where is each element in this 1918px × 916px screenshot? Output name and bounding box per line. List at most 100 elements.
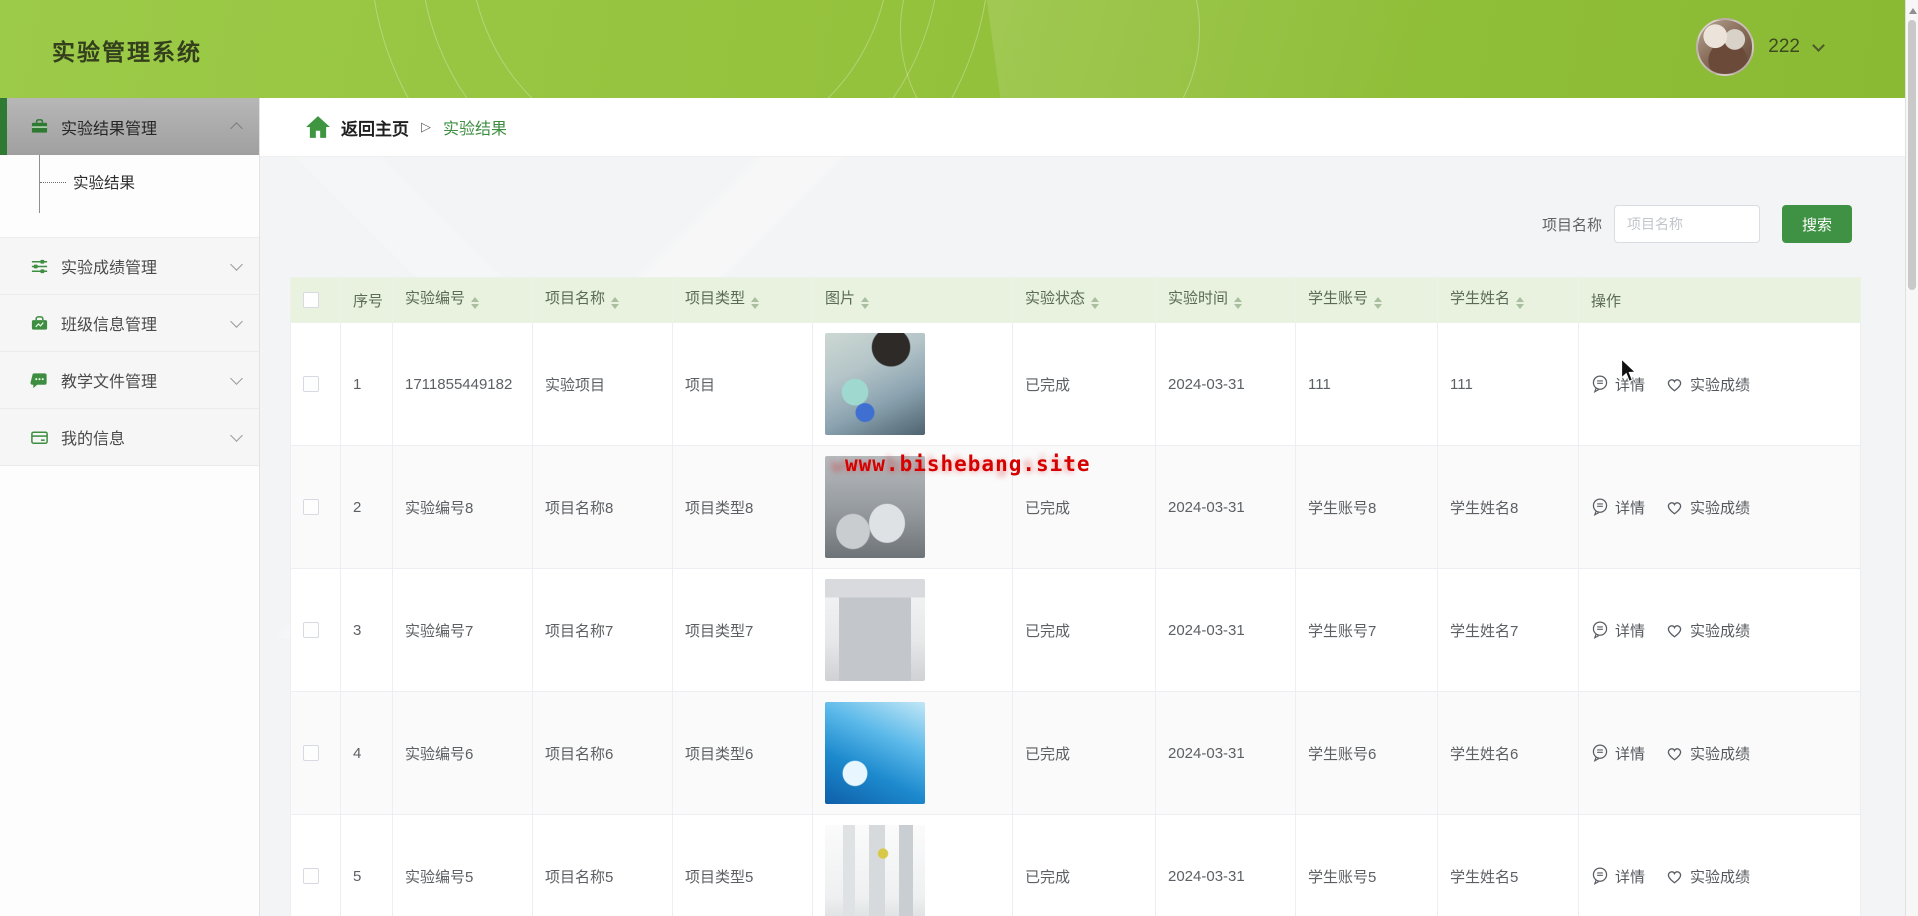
sidebar-group: 实验成绩管理 班级信息管理 教学文件管理 我的信息 (0, 237, 259, 466)
detail-link[interactable]: 详情 (1591, 497, 1645, 518)
breadcrumb: 返回主页 ▷ 实验结果 (260, 98, 1918, 157)
cell-index: 3 (340, 568, 393, 692)
detail-link[interactable]: 详情 (1591, 620, 1645, 641)
cell-project-type: 项目 (672, 322, 813, 446)
chevron-down-icon (1812, 38, 1825, 52)
row-image[interactable] (825, 333, 925, 435)
experiment-score-link[interactable]: 实验成绩 (1665, 743, 1750, 764)
cell-status: 已完成 (1012, 691, 1156, 815)
row-checkbox[interactable] (303, 376, 319, 392)
heart-icon (1667, 502, 1682, 515)
search-label: 项目名称 (1541, 216, 1602, 234)
chevron-down-icon (230, 371, 243, 385)
sidebar-item-score-management[interactable]: 实验成绩管理 (0, 238, 259, 295)
search-bar: 项目名称 搜索 (260, 205, 1852, 243)
breadcrumb-home-label: 返回主页 (341, 119, 409, 139)
sliders-icon (31, 259, 48, 273)
col-project-type: 项目类型 (672, 277, 813, 323)
cell-date: 2024-03-31 (1155, 691, 1296, 815)
sidebar-item-class-info-management[interactable]: 班级信息管理 (0, 295, 259, 352)
detail-link[interactable]: 详情 (1591, 374, 1645, 395)
sidebar-subitem-experiment-result[interactable]: 实验结果 (0, 171, 259, 193)
detail-icon (1592, 744, 1608, 762)
row-image[interactable] (825, 702, 925, 804)
cell-project-type: 项目类型8 (672, 445, 813, 569)
sidebar-item-label: 班级信息管理 (61, 317, 158, 334)
row-checkbox[interactable] (303, 622, 319, 638)
sidebar-item-my-info[interactable]: 我的信息 (0, 409, 259, 466)
cell-exp-no: 实验编号6 (392, 691, 533, 815)
results-table: 序号 实验编号 项目名称 项目类型 图片 实验状态 实验时间 学生账号 学生姓名… (290, 277, 1861, 916)
sort-icon[interactable] (861, 293, 870, 313)
cell-status: 已完成 (1012, 568, 1156, 692)
cell-date: 2024-03-31 (1155, 814, 1296, 916)
briefcase-icon (31, 119, 48, 133)
sidebar-subitem-label: 实验结果 (73, 175, 136, 192)
decor-sheen (982, 0, 1718, 98)
detail-icon (1592, 375, 1608, 393)
cell-project-name: 项目名称7 (532, 568, 673, 692)
cell-index: 1 (340, 322, 393, 446)
chevron-down-icon (230, 428, 243, 442)
col-status: 实验状态 (1012, 277, 1156, 323)
row-checkbox[interactable] (303, 745, 319, 761)
user-menu[interactable]: 222 (1696, 18, 1825, 76)
user-avatar[interactable] (1696, 18, 1755, 76)
row-checkbox[interactable] (303, 499, 319, 515)
cell-index: 4 (340, 691, 393, 815)
detail-icon (1592, 498, 1608, 516)
breadcrumb-current-page[interactable]: 实验结果 (443, 115, 507, 139)
cell-status: 已完成 (1012, 322, 1156, 446)
experiment-score-link[interactable]: 实验成绩 (1665, 374, 1750, 395)
detail-link[interactable]: 详情 (1591, 743, 1645, 764)
cell-student: 学生姓名5 (1437, 814, 1579, 916)
sort-icon[interactable] (1374, 293, 1383, 313)
experiment-score-link[interactable]: 实验成绩 (1665, 497, 1750, 518)
id-card-icon (31, 431, 48, 444)
sidebar-item-label: 教学文件管理 (61, 374, 158, 391)
sidebar-item-teaching-files-management[interactable]: 教学文件管理 (0, 352, 259, 409)
cell-student: 111 (1437, 322, 1579, 446)
col-actions: 操作 (1578, 277, 1861, 323)
sidebar-item-label: 实验结果管理 (61, 120, 158, 138)
sort-icon[interactable] (1091, 293, 1100, 313)
site-watermark: www.bishebang.site (845, 452, 1091, 476)
chat-bubble-icon (30, 372, 47, 388)
sort-icon[interactable] (611, 293, 620, 313)
sort-icon[interactable] (1516, 293, 1525, 313)
row-checkbox[interactable] (303, 868, 319, 884)
cell-status: 已完成 (1012, 814, 1156, 916)
chevron-down-icon (230, 257, 243, 271)
cell-project-name: 实验项目 (532, 322, 673, 446)
row-image[interactable] (825, 579, 925, 681)
heart-icon (1667, 748, 1682, 761)
sidebar: 实验结果管理 实验结果 实验成绩管理 班级信息管理 教学文件管理 我的信息 (0, 98, 260, 916)
app-title: 实验管理系统 (52, 39, 202, 65)
col-student: 学生姓名 (1437, 277, 1579, 323)
cell-project-name: 项目名称5 (532, 814, 673, 916)
table-row: 4 实验编号6 项目名称6 项目类型6 已完成 2024-03-31 学生账号6… (290, 691, 1861, 815)
col-image: 图片 (812, 277, 1013, 323)
breadcrumb-home-link[interactable]: 返回主页 (305, 115, 409, 140)
row-image[interactable] (825, 825, 925, 916)
heart-icon (1667, 871, 1682, 884)
sort-icon[interactable] (471, 293, 480, 313)
experiment-score-link[interactable]: 实验成绩 (1665, 866, 1750, 887)
select-all-checkbox[interactable] (303, 292, 319, 308)
sort-icon[interactable] (751, 293, 760, 313)
experiment-score-link[interactable]: 实验成绩 (1665, 620, 1750, 641)
detail-link[interactable]: 详情 (1591, 866, 1645, 887)
sidebar-item-experiment-result-management[interactable]: 实验结果管理 (0, 98, 259, 155)
user-name: 222 (1768, 36, 1800, 57)
detail-icon (1592, 867, 1608, 885)
scroll-up-arrow-icon[interactable] (1909, 4, 1917, 14)
cell-project-type: 项目类型7 (672, 568, 813, 692)
top-header: 实验管理系统 222 (0, 0, 1918, 98)
project-name-input[interactable] (1614, 205, 1760, 243)
scrollbar-thumb[interactable] (1908, 20, 1916, 290)
sort-icon[interactable] (1234, 293, 1243, 313)
app-window: 实验管理系统 222 实验结果管理 实验结果 实验成绩管理 班级信息管理 教学文… (0, 0, 1918, 916)
search-button[interactable]: 搜索 (1782, 205, 1852, 243)
window-scrollbar[interactable] (1905, 0, 1918, 916)
cell-account: 学生账号8 (1295, 445, 1438, 569)
